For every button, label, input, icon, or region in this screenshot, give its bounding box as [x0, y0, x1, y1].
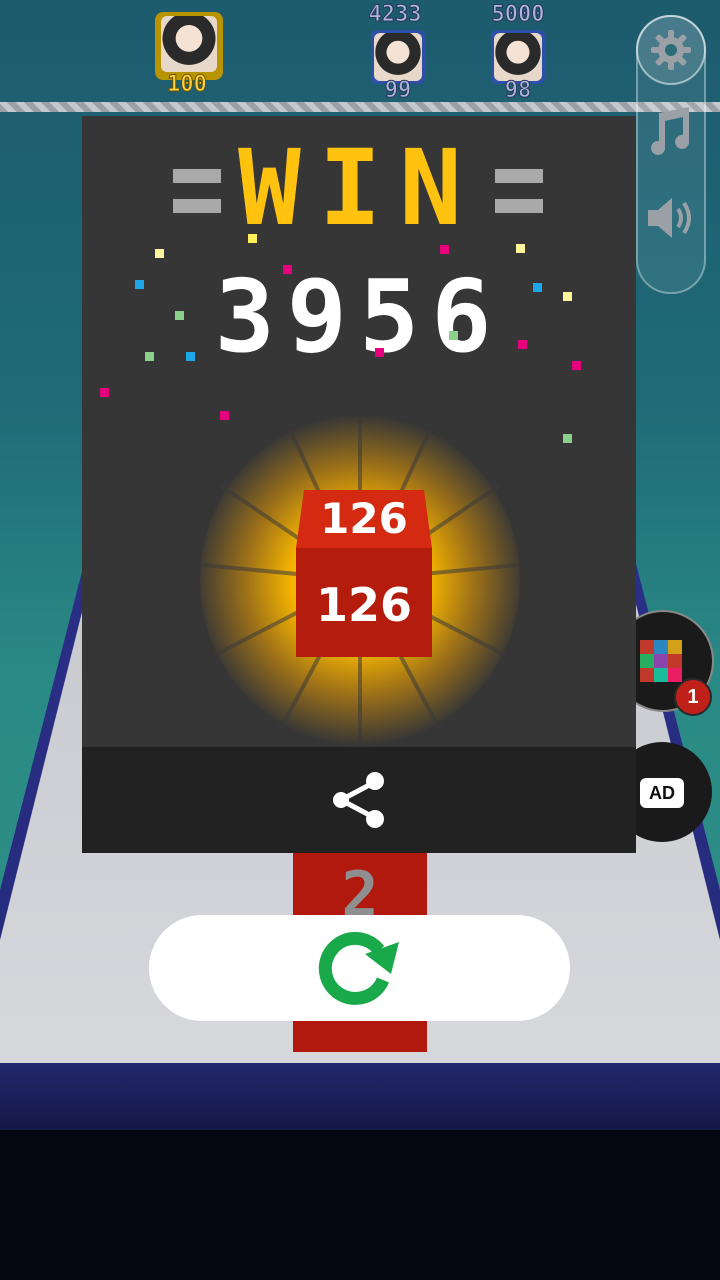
avatar: [161, 16, 217, 72]
confetti: [518, 340, 527, 349]
confetti: [175, 311, 184, 320]
sound-toggle-button[interactable]: [640, 188, 700, 248]
speaker-icon: [648, 198, 691, 238]
reward-cube-top-value: 126: [320, 494, 408, 543]
powerup-count-badge: 1: [674, 678, 712, 716]
share-icon: [333, 772, 384, 828]
leader-score-3: 98: [504, 78, 532, 104]
confetti: [563, 292, 572, 301]
confetti: [248, 234, 257, 243]
avatar: [494, 33, 542, 81]
confetti: [145, 352, 154, 361]
confetti: [375, 348, 384, 357]
restart-button[interactable]: [149, 915, 570, 1021]
gear-icon: [651, 30, 691, 70]
leader-avatar-1: [155, 12, 223, 80]
confetti: [283, 265, 292, 274]
confetti: [572, 361, 581, 370]
confetti: [440, 245, 449, 254]
bottom-area: [0, 1130, 720, 1280]
win-title: WIN: [238, 127, 480, 249]
avatar: [374, 33, 422, 81]
leader-avatar-2: [371, 30, 425, 84]
top-rail: [0, 102, 720, 112]
settings-button[interactable]: [636, 15, 706, 85]
leader-score-1: 100: [167, 72, 208, 98]
ad-video-icon: AD: [640, 778, 684, 808]
confetti: [449, 331, 458, 340]
music-toggle-button[interactable]: [640, 100, 700, 160]
confetti: [100, 388, 109, 397]
confetti: [533, 283, 542, 292]
confetti: [563, 434, 572, 443]
leader-best-score-2: 4233: [368, 2, 422, 28]
reward-cube-front-value: 126: [315, 578, 413, 632]
music-icon: [651, 107, 690, 155]
confetti: [516, 244, 525, 253]
confetti: [186, 352, 195, 361]
share-button[interactable]: [82, 747, 636, 853]
leader-best-score-3: 5000: [491, 2, 545, 28]
leader-score-2: 99: [384, 78, 412, 104]
confetti: [155, 249, 164, 258]
leader-avatar-3: [491, 30, 545, 84]
restart-icon: [318, 931, 399, 1005]
confetti: [135, 280, 144, 289]
track-floor-band: [0, 1063, 720, 1130]
final-score: 3956: [214, 258, 504, 375]
